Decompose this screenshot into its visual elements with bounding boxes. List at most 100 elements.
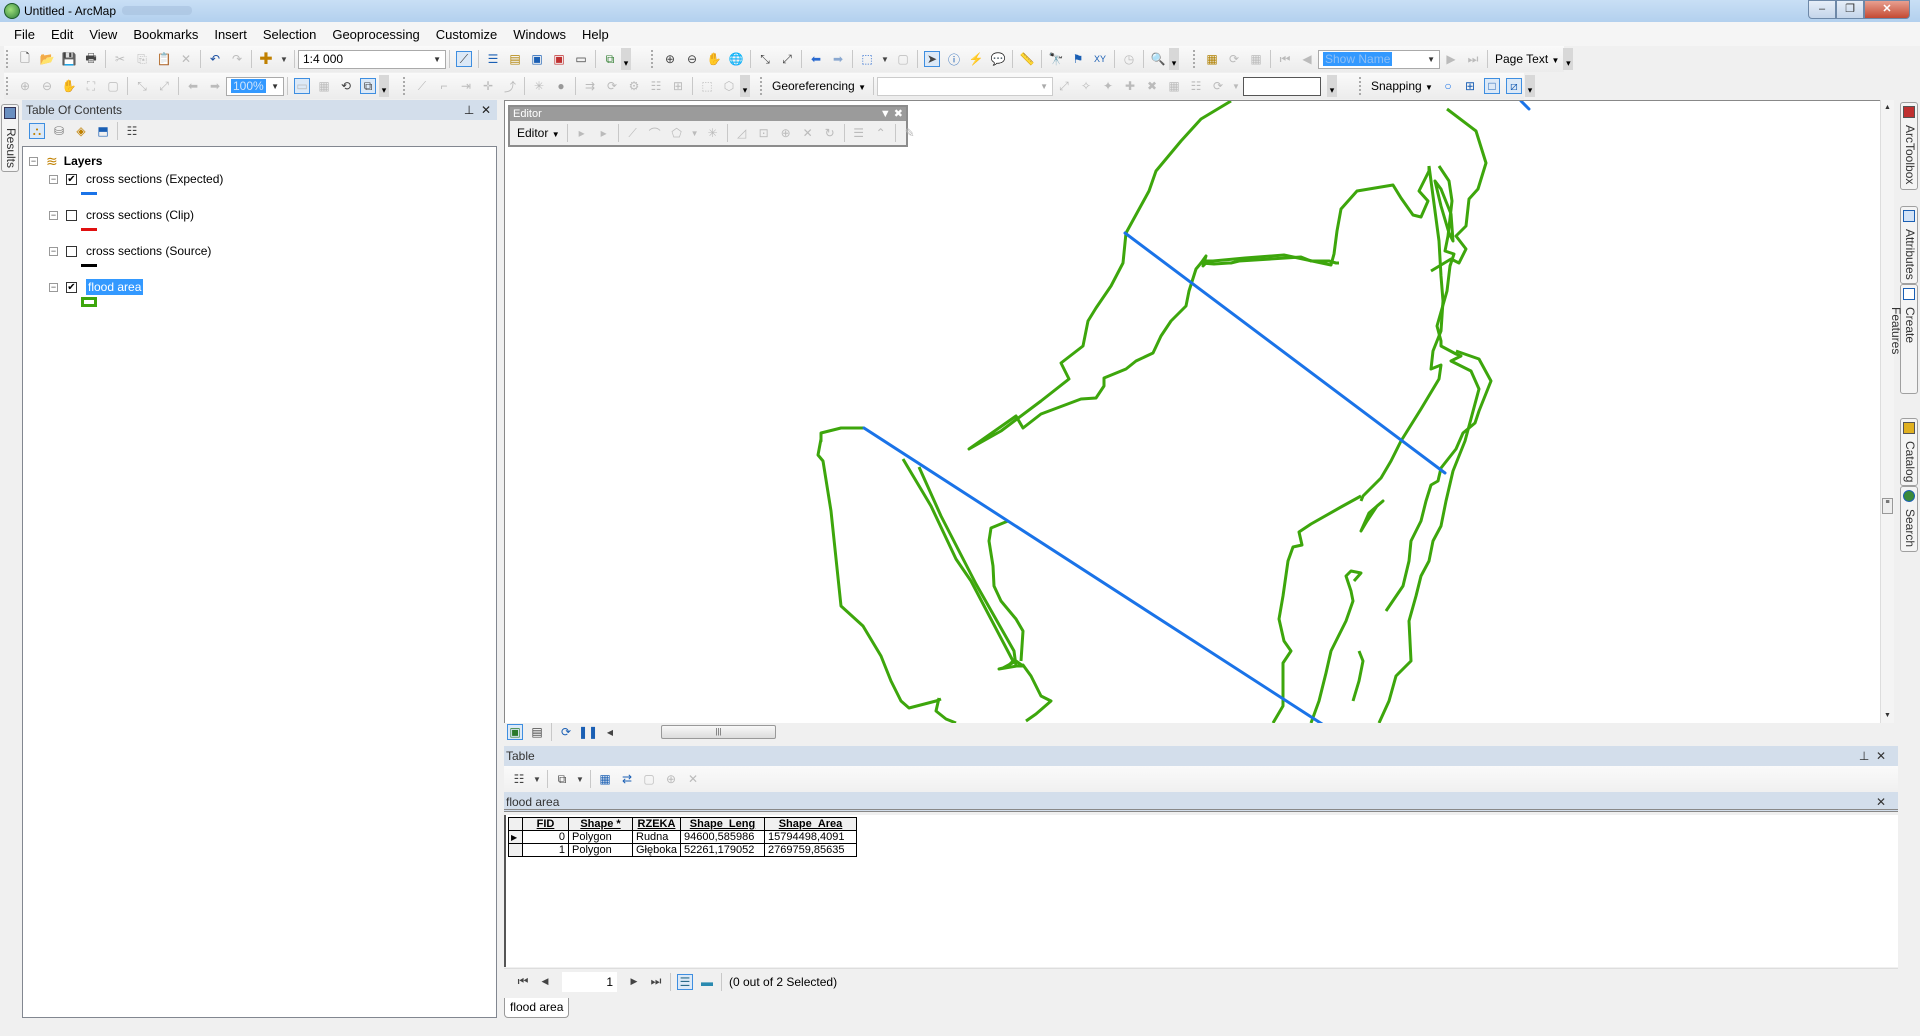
pin-icon[interactable]: ⊥	[1859, 749, 1869, 763]
layout-fixed-zoom-out-icon[interactable]: ⤢	[156, 78, 172, 94]
print-icon[interactable]: 🖶	[83, 51, 99, 67]
toolbar-grip[interactable]	[760, 77, 764, 95]
open-folder-icon[interactable]: 📂	[39, 51, 55, 67]
related-tables-icon[interactable]: ⧉	[554, 771, 570, 787]
arc-segment-icon[interactable]: ⌒	[647, 125, 663, 141]
align-icon[interactable]: ☷	[648, 78, 664, 94]
construction-tools-icon[interactable]: ⬠	[669, 125, 685, 141]
toolbar-grip[interactable]	[403, 77, 407, 95]
hyperlink-icon[interactable]: ⚡	[968, 51, 984, 67]
snapping-menu[interactable]: Snapping ▼	[1367, 79, 1437, 93]
rotate-icon[interactable]: ⤴	[502, 78, 518, 94]
map-scale-combo[interactable]: 1:4 000 ▼	[298, 49, 446, 69]
toolbar-grip[interactable]	[6, 50, 10, 68]
layer-item[interactable]: − ✔ cross sections (Expected)	[49, 170, 223, 188]
reshape-icon[interactable]: ⌐	[436, 78, 452, 94]
data-driven-pages-icon[interactable]: ⧉	[360, 78, 376, 94]
edit-annotation-icon[interactable]: ▸	[596, 125, 612, 141]
editor-toolbar-icon[interactable]: ⟋	[456, 51, 472, 67]
identify-icon[interactable]: ⓘ	[946, 51, 962, 67]
toggle-draft-mode-icon[interactable]: ▭	[294, 78, 310, 94]
select-dropdown-icon[interactable]: ▼	[881, 51, 889, 67]
menu-insert[interactable]: Insert	[206, 27, 255, 42]
cell[interactable]: Polygon	[568, 843, 633, 857]
toolbar-dropdown-icon[interactable]: ▼	[880, 108, 891, 120]
scroll-up-icon[interactable]: ▲	[1884, 104, 1891, 111]
edge-snapping-icon[interactable]: ⧄	[1505, 78, 1522, 94]
table-options-dropdown-icon[interactable]: ▼	[533, 771, 541, 787]
layer-visibility-checkbox[interactable]: ✔	[66, 173, 77, 185]
table-tab-flood-area[interactable]: flood area	[504, 998, 570, 1018]
horizontal-scroll-thumb[interactable]: |||	[661, 725, 776, 739]
layer-visibility-checkbox[interactable]	[66, 245, 77, 257]
delete-control-points-icon[interactable]: ✖	[1144, 78, 1160, 94]
rotate-tool-icon[interactable]: ⟳	[1210, 78, 1226, 94]
search-window-icon[interactable]: ▣	[529, 51, 545, 67]
data-driven-pages-setup-icon[interactable]: ▦	[1204, 51, 1220, 67]
sphere-icon[interactable]: ●	[553, 78, 569, 94]
collapse-icon[interactable]: −	[49, 174, 58, 184]
first-record-icon[interactable]: ⏮	[515, 974, 531, 990]
collapse-icon[interactable]: −	[49, 246, 58, 256]
redo-icon[interactable]: ↷	[229, 51, 245, 67]
refresh-pages-icon[interactable]: ⟳	[1226, 51, 1242, 67]
measure-icon[interactable]: 📏	[1019, 51, 1035, 67]
table-options-icon[interactable]: ☷	[511, 771, 527, 787]
edit-vertices-tool-icon[interactable]: ◿	[734, 125, 750, 141]
polygon-symbol-green[interactable]	[81, 297, 97, 307]
layer-visibility-checkbox[interactable]: ✔	[66, 281, 77, 293]
straight-segment-icon[interactable]: ⟋	[625, 125, 641, 141]
pause-drawing-icon[interactable]: ❚❚	[578, 724, 598, 740]
previous-record-icon[interactable]: ◀	[537, 974, 553, 990]
trace-icon[interactable]: ✳	[531, 78, 547, 94]
layout-view-icon[interactable]: ▤	[529, 724, 545, 740]
toolbar-options-icon[interactable]: ▾	[740, 75, 750, 97]
layer-item[interactable]: − cross sections (Source)	[49, 242, 211, 260]
previous-page-icon[interactable]: ◀	[1299, 51, 1315, 67]
last-record-icon[interactable]: ⏭	[648, 974, 664, 990]
html-popup-icon[interactable]: 💬	[990, 51, 1006, 67]
view-link-table-icon[interactable]: ▦	[1166, 78, 1182, 94]
add-data-icon[interactable]: ✚	[258, 51, 274, 68]
line-symbol-red[interactable]	[81, 228, 97, 231]
editor-toolbar-header[interactable]: Editor ▼ ✖	[510, 107, 906, 121]
union-icon[interactable]: ⟳	[604, 78, 620, 94]
toolbar-grip[interactable]	[6, 77, 10, 95]
scroll-down-icon[interactable]: ▼	[1884, 712, 1891, 719]
page-table-icon[interactable]: ▦	[1248, 51, 1264, 67]
shift-icon[interactable]: ✧	[1078, 78, 1094, 94]
toolbar-options-icon[interactable]: ▾	[379, 75, 389, 97]
paste-icon[interactable]: 📋	[156, 51, 172, 67]
close-table-tab-icon[interactable]: ✕	[1876, 792, 1886, 812]
clear-selection-icon[interactable]: ▢	[895, 51, 911, 67]
layout-zoom-in-icon[interactable]: ⊕	[17, 78, 33, 94]
restore-button[interactable]: ❐	[1836, 0, 1864, 19]
layout-forward-icon[interactable]: ➡	[207, 78, 223, 94]
delete-icon[interactable]: ✕	[178, 51, 194, 67]
cell[interactable]: 1	[522, 843, 569, 857]
viewer-icon[interactable]: ☷	[1188, 78, 1204, 94]
page-name-combo[interactable]: Show Name ▼	[1318, 49, 1440, 69]
table-row[interactable]: ▶ 0 Polygon Rudna 94600,585986 15794498,…	[508, 830, 857, 844]
pan-icon[interactable]: ✋	[706, 51, 722, 67]
editor-menu[interactable]: Editor ▼	[513, 126, 564, 140]
refresh-view-icon[interactable]: ⟳	[558, 724, 574, 740]
layer-item[interactable]: − cross sections (Clip)	[49, 206, 194, 224]
menu-edit[interactable]: Edit	[43, 27, 81, 42]
menu-windows[interactable]: Windows	[505, 27, 574, 42]
first-page-icon[interactable]: ⏮	[1277, 51, 1293, 67]
create-features-icon[interactable]: ✎	[902, 125, 918, 141]
find-icon[interactable]: 🔭	[1048, 51, 1064, 67]
select-features-icon[interactable]: ⬚	[859, 51, 875, 67]
catalog-window-icon[interactable]: ▤	[507, 51, 523, 67]
close-table-icon[interactable]: ✕	[1876, 749, 1886, 763]
cell[interactable]: Rudna	[632, 830, 681, 844]
cell[interactable]: 94600,585986	[680, 830, 765, 844]
collapse-icon[interactable]: −	[49, 210, 58, 220]
column-header[interactable]: Shape *	[568, 817, 633, 831]
column-header[interactable]: FID	[522, 817, 569, 831]
map-view[interactable]: Editor ▼ ✖ Editor ▼ ▸ ▸ ⟋ ⌒ ⬠ ▼ ✳ ◿ ⊡ ⊕ …	[504, 100, 1880, 724]
collapse-icon[interactable]: −	[29, 156, 38, 166]
reshape-feature-icon[interactable]: ⊡	[756, 125, 772, 141]
cell[interactable]: 52261,179052	[680, 843, 765, 857]
